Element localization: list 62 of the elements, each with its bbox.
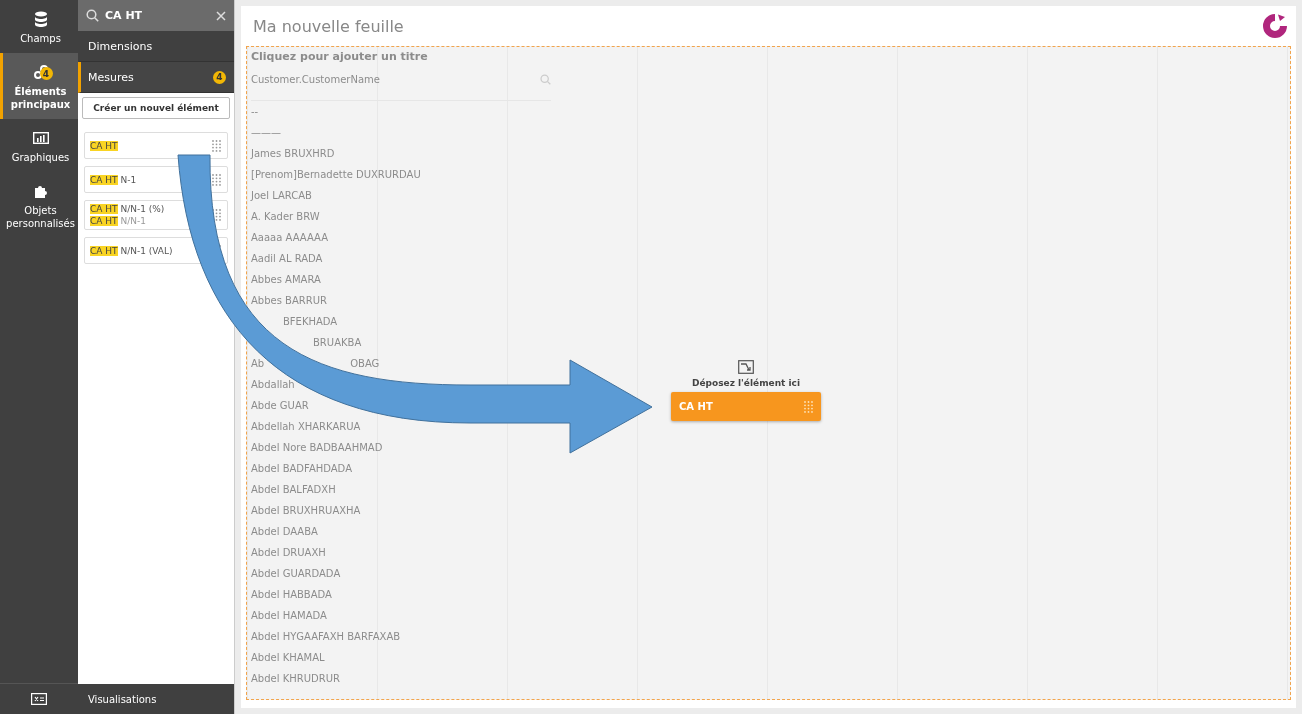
section-tab[interactable]: Mesures 4 xyxy=(78,62,234,93)
table-cell-text: Abdel HYGAAFAXH BARFAXAB xyxy=(251,630,401,644)
sidebar-item[interactable]: 4 Éléments principaux xyxy=(0,53,78,119)
section-tab[interactable]: Dimensions xyxy=(78,31,234,62)
table-cell-text: Aaaaa AAAAAA xyxy=(251,231,328,245)
variable-icon[interactable] xyxy=(31,693,47,705)
table-cell-text: Ab xyxy=(251,357,265,371)
table-cell-text: Abdel KHAMAL xyxy=(251,651,325,665)
table-cell-text: -- xyxy=(251,105,259,119)
table-cell-text: Abde GUAR xyxy=(251,399,309,413)
measure-name: CA HT N/N-1 (VAL) xyxy=(90,244,173,257)
table-cell-text: Abdel DAABA xyxy=(251,525,318,539)
table-cell-text: BFEKHADA xyxy=(282,315,338,329)
table-cell-text: Abdallah xyxy=(251,378,295,392)
chart-icon xyxy=(738,360,754,374)
table-cell-text: Joel LARCAB xyxy=(251,189,312,203)
table-cell-text: Aadil AL RADA xyxy=(251,252,323,266)
table-cell-text: Abdel DRUAXH xyxy=(251,546,326,560)
sidebar-item[interactable]: Objets personnalisés xyxy=(0,172,78,238)
search-field[interactable]: CA HT xyxy=(78,0,234,31)
table-cell-text: ——— xyxy=(251,126,281,140)
drag-handle-icon[interactable] xyxy=(212,139,221,152)
table-cell-text: Abdel HABBADA xyxy=(251,588,332,602)
drag-handle-icon[interactable] xyxy=(212,173,221,186)
table-cell-text: Abdel GUARDADA xyxy=(251,567,341,581)
table-cell-text: OBAG xyxy=(349,357,380,371)
table-cell-text: A. Kader BRW xyxy=(251,210,320,224)
table-cell-text: Abdel BADFAHDADA xyxy=(251,462,352,476)
count-badge: 4 xyxy=(39,67,53,80)
chart-title-placeholder: Cliquez pour ajouter un titre xyxy=(251,50,428,65)
puzzle-icon xyxy=(33,184,48,198)
table-cell-text: Abdel HAMADA xyxy=(251,609,327,623)
table-cell-text: Abdel Nore BADBAAHMAD xyxy=(251,441,383,455)
measure-name: CA HT N-1 xyxy=(90,173,137,186)
sidebar-item[interactable]: Graphiques xyxy=(0,119,78,172)
link-icon xyxy=(33,65,48,79)
visualisations-tab[interactable]: Visualisations xyxy=(78,684,234,714)
table-cell-text: Abdel BRUXHRUAXHA xyxy=(251,504,361,518)
sheet-title[interactable]: Ma nouvelle feuille xyxy=(253,16,404,36)
logo-icon xyxy=(1261,12,1289,40)
drop-hint: Déposez l'élément ici xyxy=(692,378,800,388)
column-header: Customer.CustomerName xyxy=(251,74,380,87)
count-badge: 4 xyxy=(213,70,226,84)
create-button[interactable]: Créer un nouvel élément xyxy=(82,97,230,119)
drag-handle-icon xyxy=(804,400,813,413)
search-icon xyxy=(86,9,99,22)
search-icon xyxy=(540,74,551,85)
table-cell-text: Abdel BALFADXH xyxy=(251,483,336,497)
table-cell-text: Abdellah XHARKARUA xyxy=(251,420,361,434)
close-icon[interactable] xyxy=(216,10,226,21)
table-cell-text: James BRUXHRD xyxy=(251,147,335,161)
table-cell-text: [Prenom]Bernadette DUXRURDAU xyxy=(251,168,421,182)
bar-chart-icon xyxy=(32,132,49,144)
table-cell-text: Abbes BARRUR xyxy=(251,294,327,308)
table-cell-text: Abbes AMARA xyxy=(251,273,321,287)
measure-name: CA HT xyxy=(90,139,118,152)
measure-expression: CA HT N/N-1 xyxy=(90,215,147,227)
table-cell-text: Abdel KHRUDRUR xyxy=(251,672,340,686)
sidebar-item[interactable]: Champs xyxy=(0,0,78,53)
database-icon xyxy=(33,11,48,27)
table-cell-text: BRUAKBA xyxy=(312,336,362,350)
measure-name: CA HT N/N-1 (%) xyxy=(90,203,165,215)
